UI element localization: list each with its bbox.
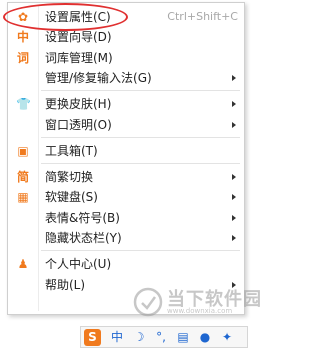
ime-status-bar: S 中 ☽ °, ▤ ● ✦ (80, 326, 248, 348)
menu-divider (41, 90, 240, 92)
moon-icon[interactable]: ☽ (129, 329, 149, 346)
menu-item-1[interactable]: ✿ 设置属性(C) Ctrl+Shift+C (8, 7, 244, 27)
submenu-arrow-icon (232, 121, 236, 128)
menu-item-label: 简繁切换 (45, 170, 94, 185)
ci-icon: 词 (16, 50, 29, 65)
context-menu: ✿ 设置属性(C) Ctrl+Shift+C 中 设置向导(D) 词 词库管理(M) 管理/修… (7, 2, 245, 315)
watermark-logo (133, 287, 163, 317)
menu-divider (41, 163, 240, 165)
punct-icon[interactable]: °, (151, 329, 171, 346)
menu-item-label: 词库管理(M) (45, 50, 113, 65)
menu-item-label: 管理/修复输入法(G) (45, 70, 152, 85)
menu-item-10[interactable]: 表情&符号(B) (8, 208, 244, 228)
menu-item-11[interactable]: 隐藏状态栏(Y) (8, 228, 244, 248)
menu-item-label: 帮助(L) (45, 277, 86, 292)
submenu-arrow-icon (232, 174, 236, 181)
menu-item-7[interactable]: ▣ 工具箱(T) (8, 141, 244, 161)
menu-item-9[interactable]: ▦ 软键盘(S) (8, 187, 244, 207)
submenu-arrow-icon (232, 101, 236, 108)
gear-icon: ✿ (17, 10, 29, 24)
sogou-logo-icon[interactable]: S (84, 329, 101, 346)
submenu-arrow-icon (232, 214, 236, 221)
wrench-icon[interactable]: ✦ (217, 329, 237, 346)
menu-item-3[interactable]: 词 词库管理(M) (8, 48, 244, 68)
watermark-subtitle: www.downxia.com (167, 307, 233, 315)
screen: ✿ 设置属性(C) Ctrl+Shift+C 中 设置向导(D) 词 词库管理(M) 管理/修… (0, 0, 261, 352)
menu-item-8[interactable]: 简 简繁切换 (8, 167, 244, 187)
user-icon[interactable]: ● (195, 329, 215, 346)
keyboard-icon: ▦ (17, 190, 29, 205)
menu-item-label: 窗口透明(O) (45, 117, 112, 132)
menu-item-label: 设置向导(D) (45, 30, 112, 45)
menu-item-2[interactable]: 中 设置向导(D) (8, 27, 244, 47)
menu-item-label: 更换皮肤(H) (45, 97, 112, 112)
user-icon: ♟ (17, 257, 29, 272)
submenu-arrow-icon (232, 194, 236, 201)
menu-item-label: 工具箱(T) (45, 143, 98, 158)
menu-item-6[interactable]: 窗口透明(O) (8, 115, 244, 135)
menu-item-label: 设置属性(C) (45, 10, 111, 24)
submenu-arrow-icon (232, 74, 236, 81)
watermark: 当下软件园 www.downxia.com (133, 285, 261, 325)
menu-divider (41, 136, 240, 138)
menu-item-label: 表情&符号(B) (45, 210, 120, 225)
menu-item-shortcut: Ctrl+Shift+C (167, 10, 238, 23)
zhong-icon: 中 (16, 30, 29, 45)
menu-item-5[interactable]: 👕 更换皮肤(H) (8, 94, 244, 114)
menu-divider (41, 250, 240, 252)
menu-item-label: 个人中心(U) (45, 257, 112, 272)
menu-item-label: 软键盘(S) (45, 190, 98, 205)
keyboard-icon[interactable]: ▤ (173, 329, 193, 346)
submenu-arrow-icon (232, 235, 236, 241)
menu-item-12[interactable]: ♟ 个人中心(U) (8, 254, 244, 274)
zhong-icon[interactable]: 中 (107, 329, 127, 346)
toolbox-icon: ▣ (17, 143, 29, 158)
shirt-icon: 👕 (16, 97, 31, 112)
menu-item-4[interactable]: 管理/修复输入法(G) (8, 68, 244, 88)
menu-item-label: 隐藏状态栏(Y) (45, 231, 122, 245)
jian-icon: 简 (16, 170, 29, 185)
